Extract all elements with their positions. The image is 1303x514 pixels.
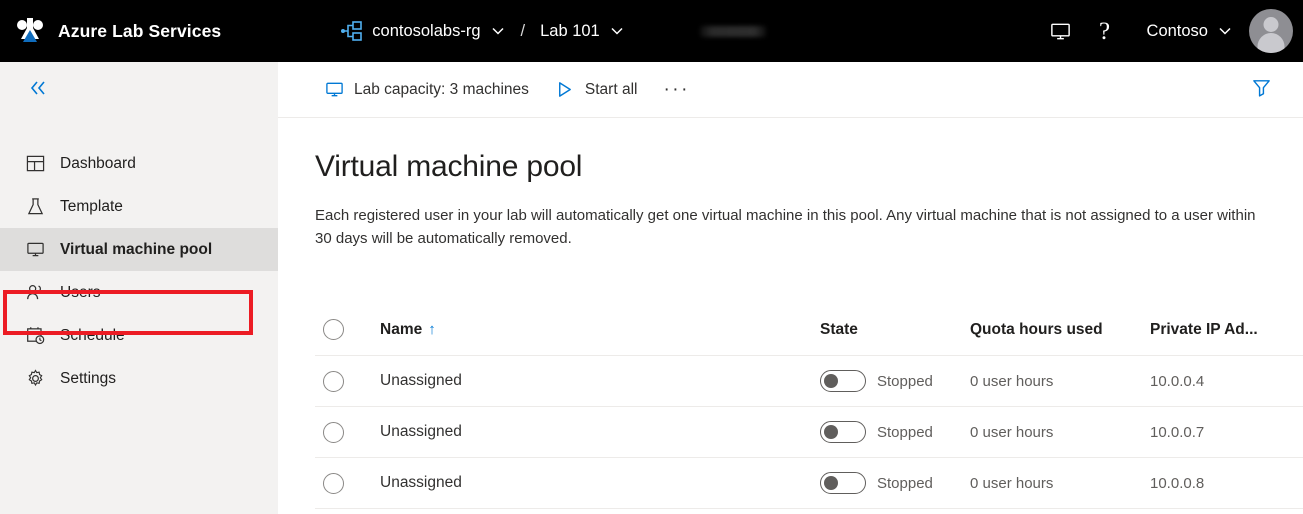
cell-state: Stopped (820, 421, 970, 443)
sidebar-item-label: Template (60, 197, 123, 215)
table-row[interactable]: Unassigned Stopped 0 user hours 10.0.0.8 (315, 458, 1303, 509)
tenant-chevron-down-icon (1217, 23, 1233, 39)
row-checkbox[interactable] (315, 421, 380, 443)
flask-icon (24, 196, 46, 218)
cell-private-ip-address: 10.0.0.7 (1150, 423, 1205, 441)
monitor-icon[interactable] (1039, 9, 1083, 53)
tenant-selector[interactable]: Contoso (1147, 22, 1233, 41)
page-title: Virtual machine pool (315, 150, 583, 183)
help-glyph: ? (1098, 17, 1111, 45)
avatar-head (1263, 17, 1279, 32)
command-bar: Lab capacity: 3 machines Start all ··· (278, 62, 1303, 118)
sidebar: Dashboard Template Virtual machine pool … (0, 62, 278, 514)
play-icon (555, 80, 575, 100)
cell-state: Stopped (820, 472, 970, 494)
sidebar-collapse-button[interactable] (8, 62, 68, 118)
resource-group-chevron-down-icon[interactable] (490, 23, 506, 39)
brand-title: Azure Lab Services (58, 20, 222, 41)
row-checkbox[interactable] (315, 472, 380, 494)
circle-checkbox-icon (323, 421, 344, 443)
start-all-button[interactable]: Start all (545, 71, 648, 109)
column-header-name[interactable]: Name ↑ (380, 321, 820, 339)
filter-button[interactable] (1245, 74, 1277, 106)
cell-private-ip-address: 10.0.0.4 (1150, 372, 1205, 390)
sidebar-item-label: Schedule (60, 326, 125, 344)
toggle-knob (824, 374, 838, 388)
column-header-quota-hours-used[interactable]: Quota hours used (970, 321, 1150, 339)
azure-lab-services-window: Azure Lab Services contosolabs-rg / Lab … (0, 0, 1303, 514)
lab-chevron-down-icon[interactable] (609, 23, 625, 39)
lab-capacity-label: Lab capacity: 3 machines (354, 80, 529, 98)
column-header-name-label: Name (380, 320, 423, 338)
toggle-knob (824, 425, 838, 439)
table-row[interactable]: Unassigned Stopped 0 user hours 10.0.0.4 (315, 356, 1303, 407)
state-label: Stopped (877, 372, 933, 390)
gear-icon (24, 368, 46, 390)
help-icon[interactable]: ? (1083, 9, 1127, 53)
cell-state: Stopped (820, 370, 970, 392)
filter-funnel-icon (1251, 77, 1272, 103)
page-description: Each registered user in your lab will au… (315, 207, 1256, 248)
main-content: Virtual machine pool Each registered use… (278, 119, 1303, 514)
tenant-name: Contoso (1146, 21, 1208, 40)
table-row[interactable]: Unassigned Stopped 0 user hours 10.0.0.7 (315, 407, 1303, 458)
breadcrumb-lab[interactable]: Lab 101 (540, 22, 600, 41)
breadcrumb-resource-group[interactable]: contosolabs-rg (372, 22, 480, 41)
toggle-knob (824, 476, 838, 490)
sort-ascending-icon: ↑ (428, 320, 436, 338)
sidebar-item-virtual-machine-pool[interactable]: Virtual machine pool (0, 228, 278, 271)
state-label: Stopped (877, 423, 933, 441)
sidebar-item-dashboard[interactable]: Dashboard (0, 142, 278, 185)
top-header-actions: ? Contoso (1039, 0, 1303, 62)
select-all-checkbox[interactable] (315, 319, 380, 340)
start-all-label: Start all (584, 80, 638, 98)
state-toggle-switch[interactable] (820, 421, 866, 443)
circle-checkbox-icon (323, 472, 344, 494)
cell-name: Unassigned (380, 423, 462, 440)
table-header-row: Name ↑ State Quota hours used Private IP … (315, 304, 1303, 356)
sidebar-item-users[interactable]: Users (0, 271, 278, 314)
sidebar-item-schedule[interactable]: Schedule (0, 314, 278, 357)
azure-lab-services-logo-icon (14, 16, 46, 46)
state-label: Stopped (877, 474, 933, 492)
breadcrumb-separator: / (520, 21, 526, 40)
column-header-private-ip-address[interactable]: Private IP Ad... (1150, 321, 1300, 339)
virtual-machines-table: Name ↑ State Quota hours used Private IP … (315, 304, 1303, 509)
circle-checkbox-icon (323, 319, 344, 340)
cell-quota-hours-used: 0 user hours (970, 474, 1054, 492)
cell-private-ip-address: 10.0.0.8 (1150, 474, 1205, 492)
state-toggle-switch[interactable] (820, 472, 866, 494)
calendar-clock-icon (24, 325, 46, 347)
breadcrumb: contosolabs-rg / Lab 101 (341, 0, 766, 62)
users-icon (24, 282, 46, 304)
cell-quota-hours-used: 0 user hours (970, 423, 1054, 441)
sidebar-item-template[interactable]: Template (0, 185, 278, 228)
sidebar-nav: Dashboard Template Virtual machine pool … (0, 142, 278, 400)
avatar-body (1257, 33, 1285, 53)
double-chevron-left-icon (27, 77, 49, 104)
redacted-field (699, 25, 766, 37)
monitor-icon (24, 239, 46, 261)
sidebar-item-label: Settings (60, 369, 117, 387)
sidebar-item-label: Dashboard (60, 154, 136, 172)
cell-name: Unassigned (380, 474, 462, 491)
sidebar-item-settings[interactable]: Settings (0, 357, 278, 400)
circle-checkbox-icon (323, 370, 344, 392)
lab-capacity-button[interactable]: Lab capacity: 3 machines (314, 71, 539, 109)
top-header-bar: Azure Lab Services contosolabs-rg / Lab … (0, 0, 1303, 62)
row-checkbox[interactable] (315, 370, 380, 392)
sidebar-item-label: Virtual machine pool (60, 240, 213, 258)
cell-name: Unassigned (380, 372, 462, 389)
cell-quota-hours-used: 0 user hours (970, 372, 1054, 390)
dashboard-icon (24, 153, 46, 175)
monitor-icon (324, 80, 344, 100)
more-commands-button[interactable]: ··· (655, 79, 697, 101)
state-toggle-switch[interactable] (820, 370, 866, 392)
brand-home-link[interactable]: Azure Lab Services (14, 0, 221, 62)
user-avatar[interactable] (1249, 9, 1293, 53)
column-header-state[interactable]: State (820, 321, 970, 339)
sidebar-item-label: Users (60, 283, 101, 301)
resource-group-icon (341, 21, 363, 41)
